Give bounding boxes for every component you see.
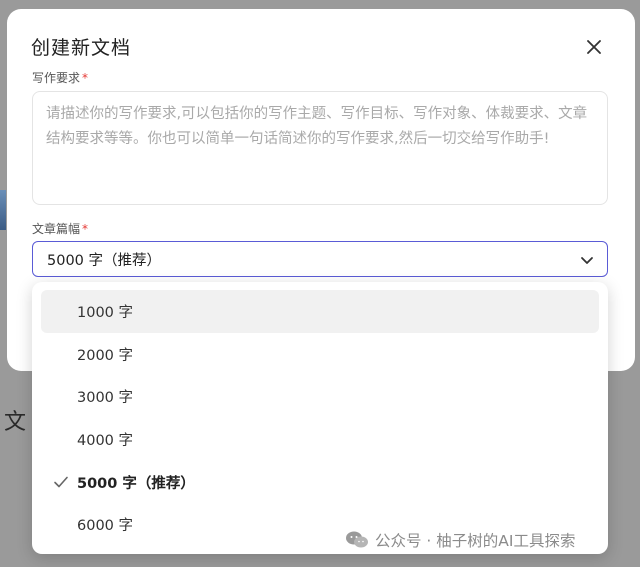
close-button[interactable] (584, 37, 604, 57)
length-option-label: 6000 字 (77, 518, 134, 535)
length-option-1000[interactable]: 1000 字 (41, 290, 599, 333)
watermark-text: 公众号 · 柚子树的AI工具探索 (375, 532, 576, 550)
length-option-label: 3000 字 (77, 390, 134, 407)
required-mark: * (82, 222, 89, 236)
writing-requirement-placeholder: 请描述你的写作要求,可以包括你的写作主题、写作目标、写作对象、体裁要求、文章结构… (46, 106, 588, 147)
length-option-label: 2000 字 (77, 347, 134, 364)
length-option-2000[interactable]: 2000 字 (41, 333, 599, 376)
wechat-icon (346, 531, 368, 548)
required-mark: * (82, 71, 89, 85)
article-length-label: 文章篇幅 * (32, 220, 88, 237)
length-option-4000[interactable]: 4000 字 (41, 418, 599, 461)
writing-requirement-label: 写作要求 * (32, 69, 88, 86)
length-option-label: 1000 字 (77, 304, 134, 321)
length-option-label: 5000 字（推荐） (77, 475, 195, 492)
watermark: 公众号 · 柚子树的AI工具探索 (345, 529, 575, 551)
article-length-selected-value: 5000 字（推荐） (47, 252, 162, 269)
writing-requirement-label-text: 写作要求 (32, 71, 81, 85)
background-page-strip (0, 190, 6, 230)
chevron-down-icon (581, 257, 593, 264)
article-length-label-text: 文章篇幅 (32, 222, 81, 236)
background-page-text: 文 (4, 410, 27, 435)
length-option-3000[interactable]: 3000 字 (41, 375, 599, 418)
article-length-select[interactable]: 5000 字（推荐） (32, 241, 608, 277)
length-option-5000[interactable]: 5000 字（推荐） (41, 461, 599, 504)
article-length-dropdown: 1000 字 2000 字 3000 字 4000 字 5000 字（推荐） 6… (32, 282, 608, 554)
close-icon (587, 40, 601, 54)
writing-requirement-textarea[interactable]: 请描述你的写作要求,可以包括你的写作主题、写作目标、写作对象、体裁要求、文章结构… (32, 91, 608, 205)
modal-title: 创建新文档 (31, 37, 132, 59)
check-icon (54, 476, 68, 488)
length-option-label: 4000 字 (77, 432, 134, 449)
